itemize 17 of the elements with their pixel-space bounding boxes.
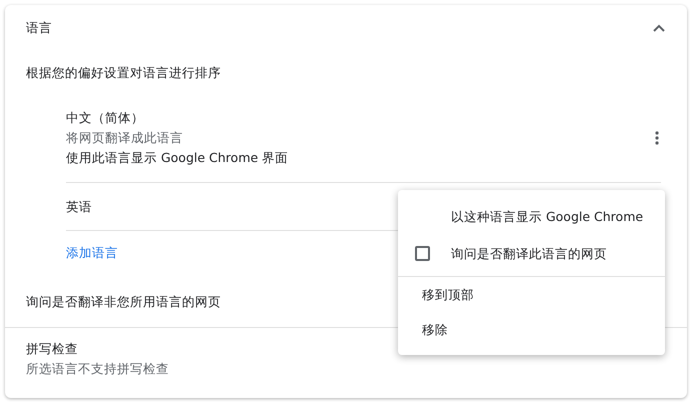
checkbox-label: 询问是否翻译此语言的网页 [451, 244, 607, 262]
translate-setting-label: 询问是否翻译非您所用语言的网页 [26, 294, 221, 309]
menu-item[interactable]: 以这种语言显示 Google Chrome [451, 206, 644, 226]
add-language-link[interactable]: 添加语言 [66, 245, 118, 260]
menu-item[interactable]: 移除 [422, 320, 448, 340]
spellcheck-title: 拼写检查 [26, 340, 78, 358]
section-title: 语言 [26, 19, 52, 37]
language-name: 英语 [66, 198, 92, 216]
collapse-button[interactable] [651, 22, 667, 34]
menu-item[interactable]: 移到顶部 [422, 284, 474, 304]
language-name: 中文（简体） [66, 109, 144, 127]
spellcheck-subtitle: 所选语言不支持拼写检查 [26, 360, 169, 378]
checkbox[interactable] [415, 246, 430, 261]
more-menu-button[interactable] [653, 129, 661, 147]
order-label: 根据您的偏好设置对语言进行排序 [25, 64, 222, 82]
language-detail: 将网页翻译成此语言 [66, 129, 183, 147]
language-detail: 使用此语言显示 Google Chrome 界面 [66, 149, 288, 167]
